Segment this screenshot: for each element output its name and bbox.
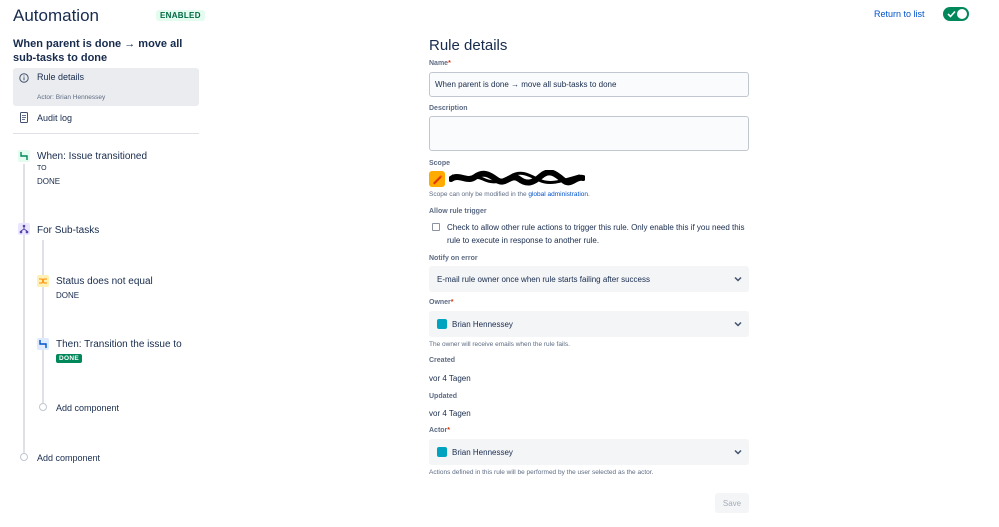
action-title[interactable]: Then: Transition the issue to [56, 339, 182, 350]
flow-line-outer [23, 164, 25, 456]
actor-select-value: Brian Hennessey [452, 447, 513, 457]
updated-value: vor 4 Tagen [429, 409, 471, 418]
nav-item-rule-details[interactable]: Rule details Actor: Brian Hennessey [13, 68, 199, 106]
created-value: vor 4 Tagen [429, 374, 471, 383]
owner-select[interactable]: Brian Hennessey [429, 311, 749, 337]
info-icon [19, 73, 29, 83]
nav-item-sublabel: Actor: Brian Hennessey [37, 94, 106, 101]
chevron-down-icon [734, 321, 742, 327]
chevron-down-icon [734, 449, 742, 455]
allow-trigger-label: Allow rule trigger [429, 208, 487, 215]
add-component-outer-button[interactable]: Add component [37, 453, 100, 463]
scope-label: Scope [429, 160, 451, 167]
rule-enabled-toggle[interactable] [943, 7, 969, 21]
sidebar-divider [13, 133, 199, 134]
condition-title[interactable]: Status does not equal [56, 276, 153, 287]
action-icon[interactable] [37, 338, 49, 350]
condition-value: DONE [56, 291, 80, 300]
owner-label-text: Owner [429, 299, 451, 306]
condition-icon[interactable] [37, 275, 49, 287]
allow-trigger-checkbox[interactable] [432, 223, 440, 231]
name-input[interactable]: When parent is done → move all sub-tasks… [429, 72, 749, 97]
required-marker: * [448, 60, 451, 67]
required-marker: * [447, 427, 451, 434]
save-button[interactable]: Save [715, 493, 749, 513]
nav-item-label: Audit log [37, 113, 73, 123]
project-avatar-icon [429, 171, 445, 187]
status-badge: ENABLED [156, 10, 205, 21]
avatar [437, 447, 447, 457]
description-input[interactable] [429, 116, 749, 151]
add-component-inner-button[interactable]: Add component [56, 403, 119, 413]
nav-item-label: Rule details [37, 72, 85, 82]
actor-label: Actor* [429, 427, 450, 434]
avatar [437, 319, 447, 329]
add-component-node-inner [39, 403, 47, 411]
trigger-icon[interactable] [18, 150, 30, 162]
chevron-down-icon [734, 276, 742, 282]
required-marker: * [450, 299, 454, 306]
created-label: Created [429, 357, 456, 364]
global-administration-link[interactable]: global administration [528, 191, 588, 198]
owner-label: Owner* [429, 299, 454, 306]
rule-name-heading: When parent is done → move all sub-tasks… [13, 38, 183, 64]
notify-select[interactable]: E-mail rule owner once when rule starts … [429, 266, 749, 292]
add-component-node-outer [20, 453, 28, 461]
status-lozenge: DONE [56, 354, 82, 363]
scope-hint-suffix: . [588, 191, 590, 198]
notify-label: Notify on error [429, 255, 478, 262]
owner-select-value: Brian Hennessey [452, 319, 513, 329]
toggle-knob [957, 9, 967, 19]
redacted-scope-mark [449, 170, 585, 186]
return-to-list-link[interactable]: Return to list [874, 9, 925, 19]
trigger-to-label: TO [37, 165, 47, 172]
name-label-text: Name [429, 60, 449, 67]
section-title: Rule details [429, 37, 508, 54]
allow-trigger-text[interactable]: Check to allow other rule actions to tri… [447, 221, 752, 247]
actor-label-text: Actor [429, 427, 448, 434]
document-icon [20, 112, 28, 123]
check-icon [947, 10, 956, 18]
scope-hint: Scope can only be modified in the global… [429, 191, 590, 198]
updated-label: Updated [429, 393, 457, 400]
branch-icon[interactable] [18, 223, 30, 235]
owner-hint: The owner will receive emails when the r… [429, 341, 570, 348]
flow-line-inner [42, 240, 44, 403]
trigger-title[interactable]: When: Issue transitioned [37, 151, 147, 162]
trigger-to-value: DONE [37, 177, 61, 186]
scope-hint-text: Scope can only be modified in the [429, 191, 529, 198]
description-label: Description [429, 105, 468, 112]
notify-select-value: E-mail rule owner once when rule starts … [437, 274, 650, 284]
page-title: Automation [13, 6, 99, 25]
name-label: Name* [429, 60, 451, 67]
nav-item-audit-log[interactable]: Audit log [13, 111, 199, 127]
actor-select[interactable]: Brian Hennessey [429, 439, 749, 465]
actor-hint: Actions defined in this rule will be per… [429, 469, 654, 476]
branch-title[interactable]: For Sub-tasks [37, 225, 99, 236]
